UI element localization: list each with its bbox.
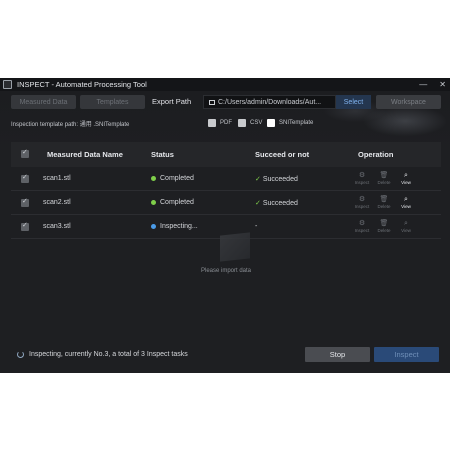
templates-button[interactable]: Templates [80,95,145,109]
select-button[interactable]: Select [336,95,371,109]
pdf-checkbox[interactable] [208,119,216,127]
row-operations: ⚙ Inspect 🗑 Delete ⌕ View [355,195,413,209]
pdf-label: PDF [220,120,232,126]
check-icon: ✓ [255,200,261,207]
view-label: View [401,180,411,185]
delete-action[interactable]: 🗑 Delete [377,171,391,185]
delete-action[interactable]: 🗑 Delete [377,195,391,209]
export-path-value: C:/Users/admin/Downloads/Aut... [218,98,322,106]
toolbar: Measured Data Templates Export Path C:/U… [0,95,450,111]
minimize-icon[interactable]: — [419,80,427,89]
view-label: View [401,204,411,209]
row-checkbox[interactable] [21,173,29,183]
stop-button[interactable]: Stop [305,347,370,362]
table-header: Measured Data Name Status Succeed or not… [11,142,441,167]
app-window: INSPECT - Automated Processing Tool — ✕ … [0,78,450,373]
snitemplate-label: SNITemplate [279,120,314,126]
search-icon: ⌕ [404,172,408,179]
measured-data-button[interactable]: Measured Data [11,95,76,109]
column-header-status: Status [151,150,174,159]
table-row[interactable]: scan2.stl Completed ✓ Succeeded ⚙Inspect… [11,191,441,215]
inspect-label: Inspect [354,180,370,185]
snitemplate-option[interactable]: SNITemplate [267,119,313,127]
file-name: scan2.stl [43,199,71,206]
status-text: Completed [160,175,194,182]
snitemplate-checkbox[interactable] [267,119,275,127]
trash-icon: 🗑 [379,196,389,203]
result-cell: ✓ Succeeded [255,199,298,207]
empty-text: Please import data [200,268,252,274]
result-cell: ✓ Succeeded [255,175,298,183]
view-action[interactable]: ⌕ View [399,171,413,185]
view-action[interactable]: ⌕ View [399,195,413,209]
export-path-label: Export Path [152,97,192,106]
status-cell: Completed [151,199,194,206]
status-cell: Completed [151,175,194,182]
inspect-action[interactable]: ⚙ Inspect [354,195,370,209]
row-operations: ⚙ Inspect 🗑 Delete ⌕ View [355,171,413,185]
template-path-text: Inspection template path: 通用 .SNITemplat… [11,122,130,128]
check-icon: ✓ [255,176,261,183]
progress-text: Inspecting, currently No.3, a total of 3… [29,351,188,358]
inspect-action[interactable]: ⚙ Inspect [354,171,370,185]
inspect-icon: ⚙ [358,196,366,203]
column-header-result: Succeed or not [255,150,310,159]
status-dot [151,175,156,181]
export-path-field[interactable]: C:/Users/admin/Downloads/Aut... [203,95,336,109]
title-bar: INSPECT - Automated Processing Tool — ✕ [0,78,450,91]
row-checkbox[interactable] [21,197,29,207]
delete-label: Delete [377,204,391,209]
inspect-icon: ⚙ [358,172,366,179]
footer: Inspecting, currently No.3, a total of 3… [0,345,450,365]
search-icon: ⌕ [404,196,408,203]
workspace-button[interactable]: Workspace [376,95,441,109]
app-logo-icon [3,80,12,89]
column-header-operation: Operation [358,150,394,159]
delete-label: Delete [377,180,391,185]
file-name: scan1.stl [43,175,71,182]
csv-label: CSV [250,120,263,126]
close-icon[interactable]: ✕ [439,80,446,89]
status-dot [151,199,156,205]
pdf-option[interactable]: PDF [208,119,232,127]
folder-icon [209,99,215,105]
inspect-button[interactable]: Inspect [374,347,439,362]
spinner-icon [17,351,24,358]
csv-option[interactable]: CSV [238,119,262,127]
data-table: Measured Data Name Status Succeed or not… [11,142,441,332]
inspect-label: Inspect [354,204,370,209]
cube-icon [220,232,250,262]
result-text: Succeeded [262,176,298,183]
trash-icon: 🗑 [379,172,389,179]
csv-checkbox[interactable] [238,119,246,127]
empty-state: Please import data [11,226,441,286]
result-text: Succeeded [262,200,298,207]
status-text: Completed [160,199,194,206]
options-row: Inspection template path: 通用 .SNITemplat… [11,119,441,129]
window-title: INSPECT - Automated Processing Tool [17,80,147,89]
table-row[interactable]: scan1.stl Completed ✓ Succeeded ⚙Inspect… [11,167,441,191]
select-all-checkbox[interactable] [21,148,29,158]
column-header-name: Measured Data Name [47,150,123,159]
